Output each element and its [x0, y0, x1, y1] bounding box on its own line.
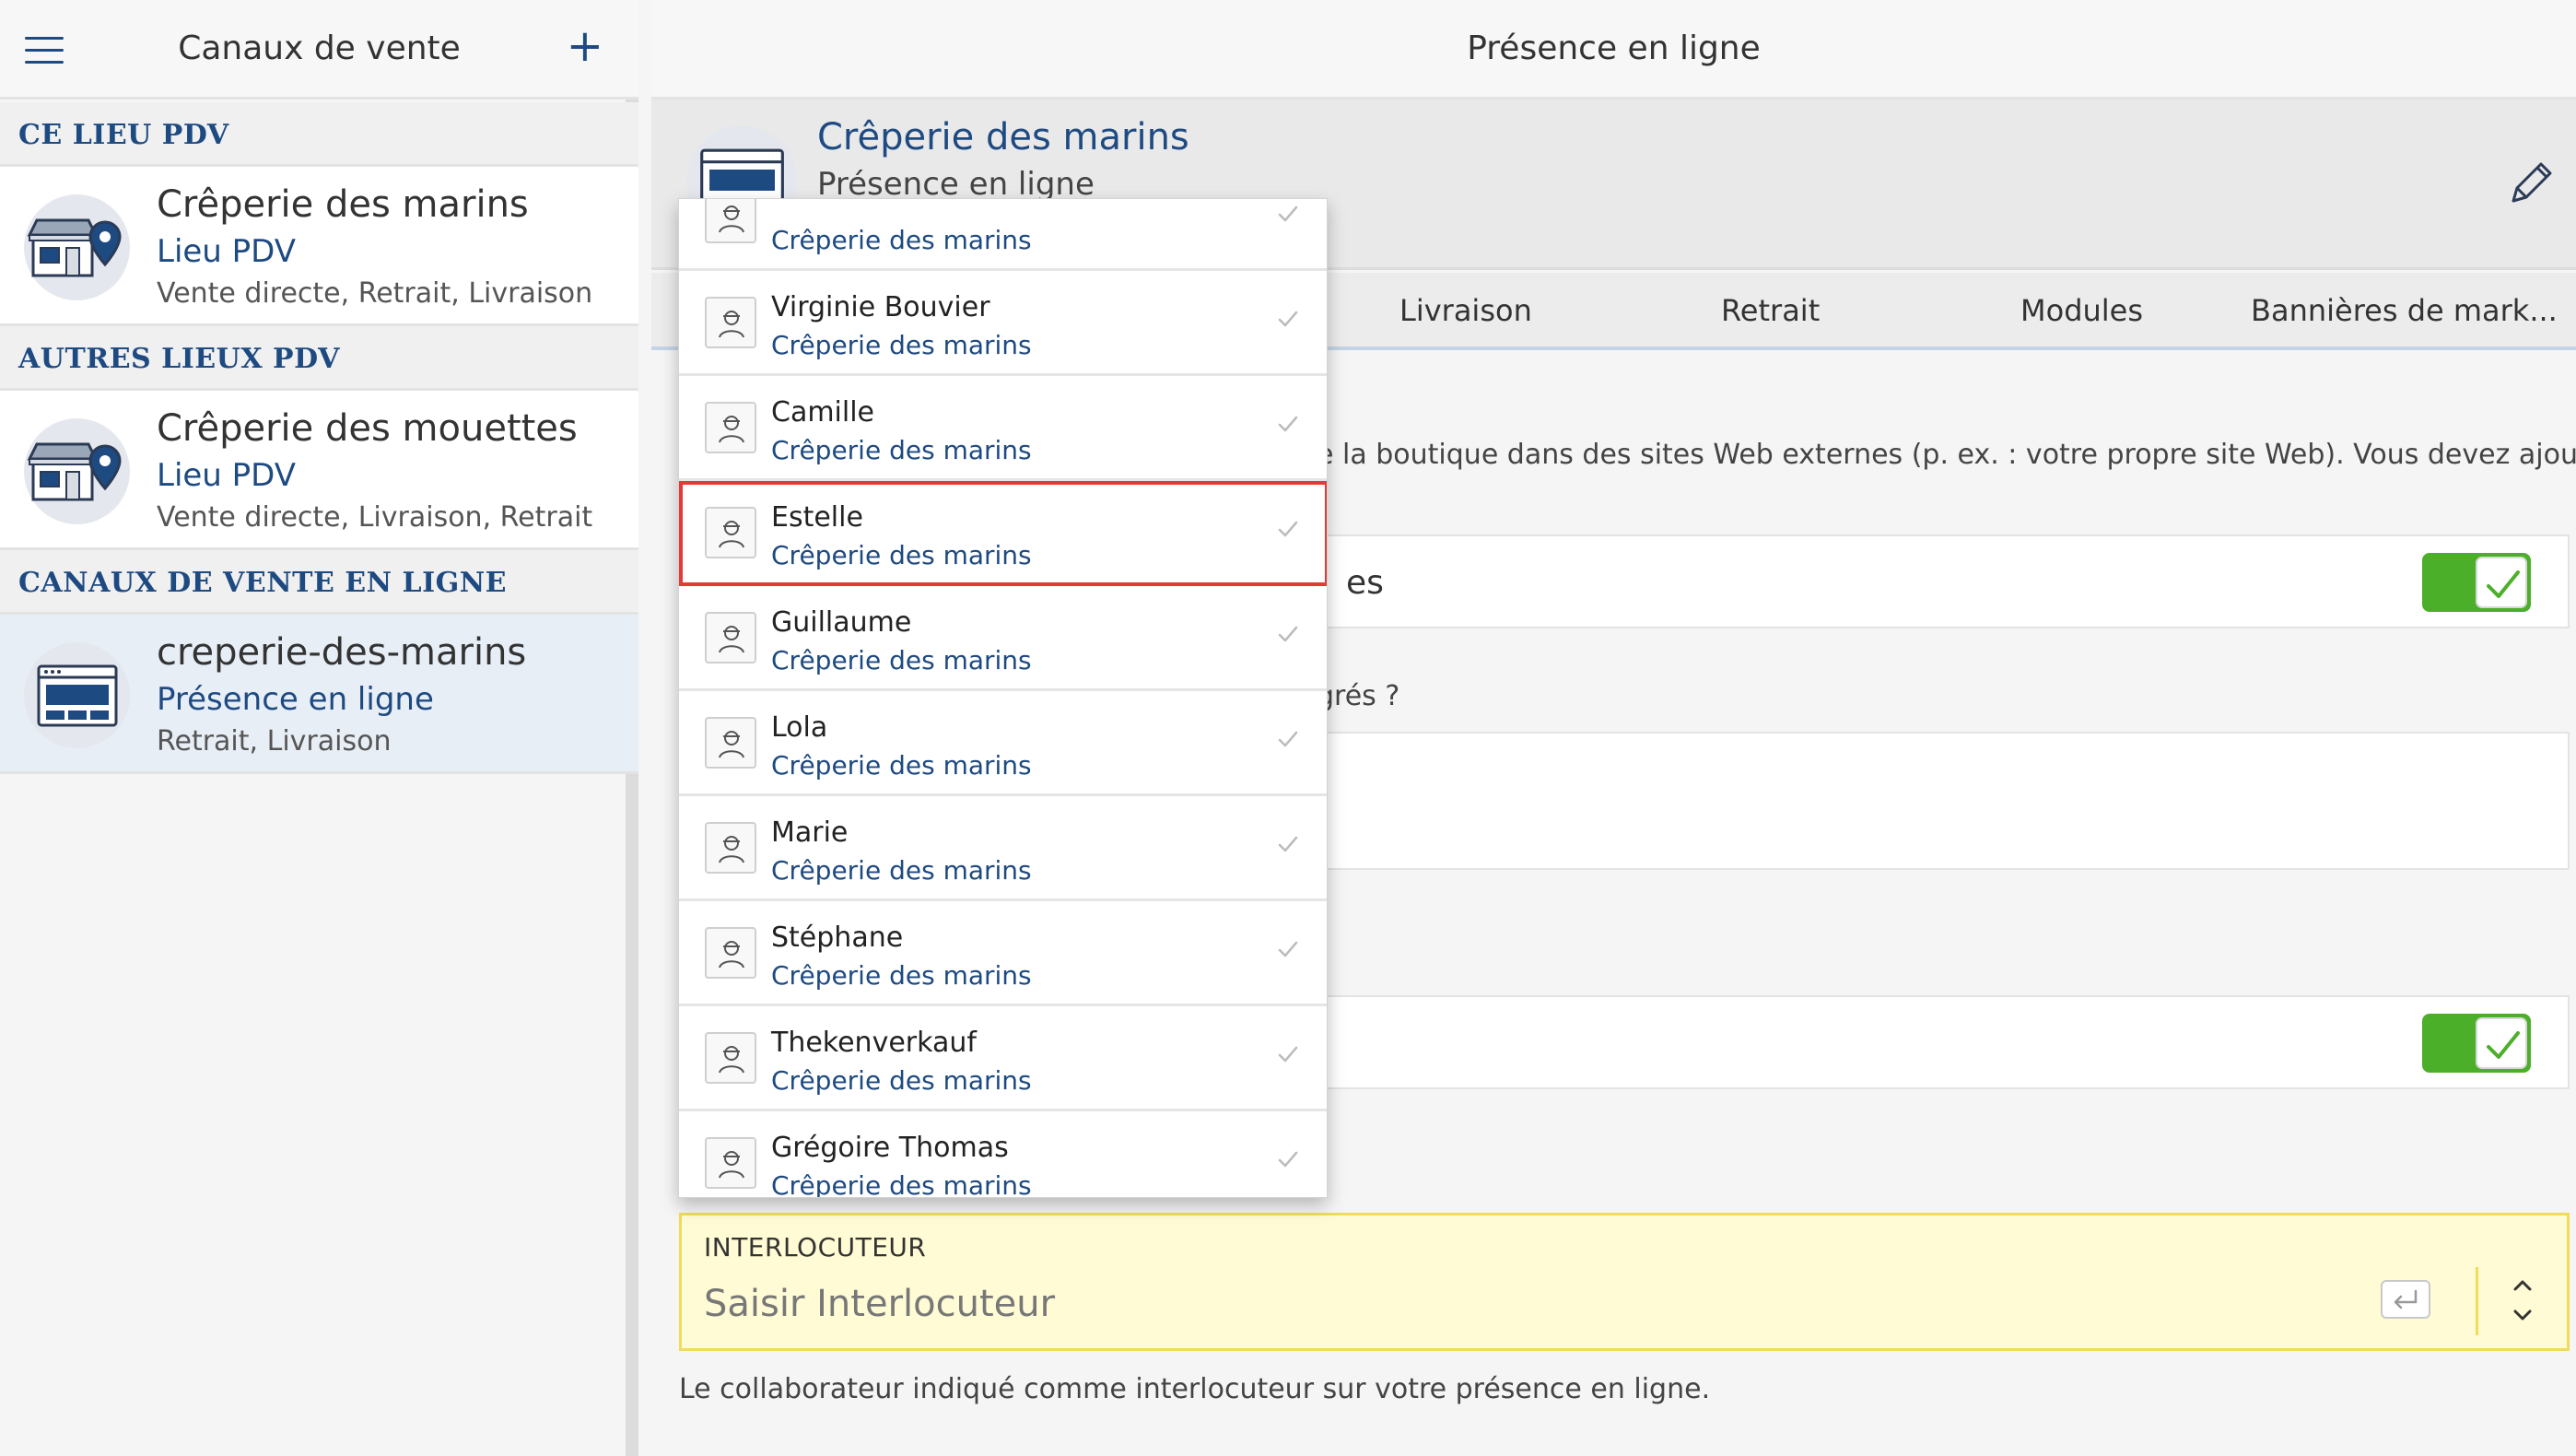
website-icon — [24, 642, 130, 748]
sidebar-item-title: creperie-des-marins — [157, 631, 527, 674]
question-text: grés ? — [1317, 680, 1400, 712]
dropdown-item-name: Stéphane — [771, 922, 904, 954]
list-item[interactable]: Lola Crêperie des marins — [679, 691, 1327, 796]
dropdown-item-subtitle: Crêperie des marins — [771, 645, 1032, 675]
dropdown-item-subtitle: Crêperie des marins — [771, 1065, 1032, 1096]
channel-title: Crêperie des marins — [817, 116, 1189, 159]
store-location-icon — [24, 194, 130, 300]
toggle-knob — [2476, 1017, 2527, 1069]
dropdown-item-name: Virginie Bouvier — [771, 291, 990, 323]
checkmark-icon — [1277, 203, 1299, 229]
contact-help-text: Le collaborateur indiqué comme interlocu… — [679, 1373, 1711, 1405]
sidebar-item-subtitle: Lieu PDV — [157, 457, 297, 494]
main-header: Présence en ligne — [651, 0, 2576, 100]
sidebar-item-creperie-des-marins[interactable]: Crêperie des marins Lieu PDV Vente direc… — [0, 167, 638, 326]
checkmark-icon — [1277, 1043, 1299, 1069]
user-avatar-icon — [705, 297, 756, 348]
dropdown-item-subtitle: Crêperie des marins — [771, 225, 1032, 255]
field-separator — [2476, 1267, 2478, 1335]
toggle-knob — [2476, 557, 2527, 608]
user-avatar-icon — [705, 402, 756, 453]
user-avatar-icon — [705, 1032, 756, 1084]
dropdown-item-name: Lola — [771, 711, 828, 744]
add-icon[interactable]: + — [567, 24, 603, 68]
sidebar-item-description: Vente directe, Retrait, Livraison — [157, 277, 593, 310]
list-item-selected[interactable]: Estelle Crêperie des marins — [679, 481, 1327, 586]
channel-subtitle: Présence en ligne — [817, 166, 1095, 203]
list-item[interactable]: Thekenverkauf Crêperie des marins — [679, 1006, 1327, 1111]
sidebar-item-subtitle: Présence en ligne — [157, 681, 434, 718]
list-item[interactable]: Virginie Bouvier Crêperie des marins — [679, 271, 1327, 376]
user-avatar-icon — [705, 927, 756, 979]
pencil-icon[interactable] — [2502, 157, 2558, 212]
sidebar-item-title: Crêperie des marins — [157, 183, 529, 226]
checkmark-icon — [1277, 728, 1299, 754]
contact-input[interactable] — [704, 1276, 2086, 1332]
store-location-icon — [24, 418, 130, 524]
list-item[interactable]: Grégoire Thomas Crêperie des marins — [679, 1111, 1327, 1198]
dropdown-item-name: Grégoire Thomas — [771, 1132, 1009, 1164]
card-label: es — [1346, 564, 1384, 602]
user-avatar-icon — [705, 507, 756, 558]
tab-bannieres[interactable]: Bannières de mark... — [2251, 293, 2558, 328]
list-item[interactable]: Guillaume Crêperie des marins — [679, 586, 1327, 691]
user-avatar-icon — [705, 612, 756, 663]
sidebar-item-description: Vente directe, Livraison, Retrait — [157, 501, 593, 534]
user-avatar-icon — [705, 717, 756, 769]
section-header-online-channels: CANAUX DE VENTE EN LIGNE — [0, 550, 638, 615]
dropdown-item-name: Marie — [771, 816, 849, 849]
sidebar-title: Canaux de vente — [178, 29, 461, 67]
section-header-this-location: CE LIEU PDV — [0, 102, 638, 167]
tab-modules[interactable]: Modules — [2020, 293, 2143, 328]
sidebar-item-creperie-des-mouettes[interactable]: Crêperie des mouettes Lieu PDV Vente dir… — [0, 391, 638, 550]
embed-toggle[interactable] — [2422, 553, 2531, 612]
checkmark-icon — [1277, 623, 1299, 649]
dropdown-item-subtitle: Crêperie des marins — [771, 540, 1032, 570]
list-item[interactable]: Marie Crêperie des marins — [679, 796, 1327, 901]
sidebar: Canaux de vente + CE LIEU PDV Crêperie d… — [0, 0, 638, 1456]
checkmark-icon — [1277, 518, 1299, 544]
list-item[interactable]: Stéphane Crêperie des marins — [679, 901, 1327, 1006]
section-header-other-locations: AUTRES LIEUX PDV — [0, 326, 638, 391]
hamburger-icon[interactable] — [25, 37, 64, 65]
user-avatar-icon — [705, 199, 756, 243]
dropdown-item-subtitle: Crêperie des marins — [771, 330, 1032, 360]
dropdown-item-name: Thekenverkauf — [771, 1027, 977, 1059]
dropdown-item-subtitle: Crêperie des marins — [771, 750, 1032, 781]
sidebar-header: Canaux de vente + — [0, 0, 638, 100]
user-avatar-icon — [705, 822, 756, 874]
page-title: Présence en ligne — [1467, 29, 1761, 67]
dropdown-item-subtitle: Crêperie des marins — [771, 855, 1032, 886]
contact-label: INTERLOCUTEUR — [704, 1232, 927, 1262]
contact-dropdown: Crêperie des marins Virginie Bouvier Crê… — [678, 198, 1328, 1198]
checkmark-icon — [1277, 413, 1299, 439]
tab-livraison[interactable]: Livraison — [1399, 293, 1532, 328]
sidebar-item-subtitle: Lieu PDV — [157, 233, 297, 270]
dropdown-item-subtitle: Crêperie des marins — [771, 1170, 1032, 1198]
sidebar-item-title: Crêperie des mouettes — [157, 407, 578, 450]
dropdown-item-subtitle: Crêperie des marins — [771, 960, 1032, 991]
checkmark-icon — [1277, 833, 1299, 859]
dropdown-item-name: Camille — [771, 396, 875, 429]
checkmark-icon — [1277, 1148, 1299, 1174]
user-avatar-icon — [705, 1137, 756, 1189]
enter-key-icon[interactable] — [2381, 1280, 2430, 1319]
checkmark-icon — [1277, 938, 1299, 964]
dropdown-item-subtitle: Crêperie des marins — [771, 435, 1032, 465]
checkmark-icon — [1277, 308, 1299, 334]
up-down-chevron-icon[interactable] — [2506, 1271, 2539, 1330]
dropdown-item-name: Estelle — [771, 501, 863, 534]
contact-field: INTERLOCUTEUR — [679, 1213, 2570, 1351]
tab-retrait[interactable]: Retrait — [1721, 293, 1820, 328]
sidebar-item-creperie-des-marins-online[interactable]: creperie-des-marins Présence en ligne Re… — [0, 615, 638, 774]
sidebar-item-description: Retrait, Livraison — [157, 725, 392, 757]
embed-description: e la boutique dans des sites Web externe… — [1317, 439, 2576, 471]
list-item[interactable]: Camille Crêperie des marins — [679, 376, 1327, 481]
feature-toggle[interactable] — [2422, 1014, 2531, 1073]
dropdown-item-name: Guillaume — [771, 606, 912, 639]
list-item[interactable]: Crêperie des marins — [679, 199, 1327, 271]
